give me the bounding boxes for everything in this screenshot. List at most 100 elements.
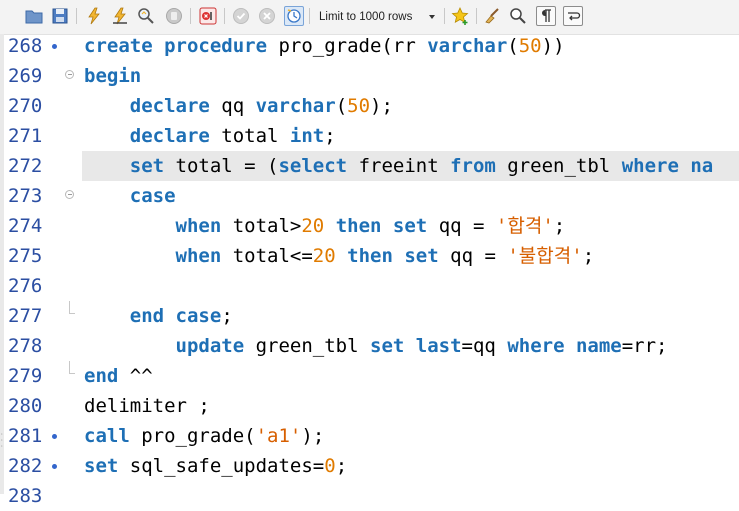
keyword-token: update	[175, 335, 245, 357]
code-line[interactable]: 279 end ^^	[0, 361, 739, 391]
wrap-icon[interactable]	[563, 6, 583, 26]
folder-open-icon[interactable]	[24, 6, 44, 26]
line-number: 281	[8, 425, 43, 447]
code-text[interactable]: create procedure pro_grade(rr varchar(50…	[84, 31, 565, 61]
code-line[interactable]: 274 when total>20 then set qq = '합격';	[0, 211, 739, 241]
code-text[interactable]: when total>20 then set qq = '합격';	[84, 211, 566, 241]
code-text[interactable]: end case;	[84, 301, 233, 331]
code-line[interactable]: 281 call pro_grade('a1');	[0, 421, 739, 451]
bookmark-star-icon[interactable]	[450, 6, 470, 26]
keyword-token: when	[175, 215, 222, 237]
line-number: 271	[8, 125, 43, 147]
code-token: qq =	[427, 215, 496, 237]
number-token: 20	[312, 245, 336, 267]
fold-end-icon	[69, 301, 75, 314]
code-text[interactable]: when total<=20 then set qq = '불합격';	[84, 241, 595, 271]
code-line[interactable]: 269 begin	[0, 61, 739, 91]
line-number: 273	[8, 185, 43, 207]
code-token: total<=	[221, 245, 313, 267]
code-text[interactable]: set total = (select freeint from green_t…	[84, 151, 713, 181]
code-text[interactable]: end ^^	[84, 361, 153, 391]
keyword-token: set	[84, 455, 119, 477]
keyword-token: end	[84, 365, 119, 387]
keyword-token: then	[347, 245, 393, 267]
code-token: qq =	[438, 245, 508, 267]
code-token: (	[507, 35, 519, 57]
line-number: 269	[8, 65, 43, 87]
code-line[interactable]: 271 declare total int;	[0, 121, 739, 151]
execute-current-icon[interactable]	[110, 6, 130, 26]
invisible-chars-icon[interactable]	[536, 6, 556, 26]
keyword-token: int	[289, 125, 325, 147]
line-number: 282	[8, 455, 43, 477]
limit-rows-select[interactable]: Limit to 1000 rows	[313, 7, 441, 27]
autocommit-icon[interactable]	[284, 6, 304, 26]
line-number: 277	[8, 305, 43, 327]
code-token: sql_safe_updates=	[118, 455, 325, 477]
keyword-token: set	[404, 245, 439, 267]
toggle-error-icon[interactable]	[198, 6, 218, 26]
find-icon[interactable]	[508, 6, 528, 26]
code-line[interactable]: 272 set total = (select freeint from gre…	[0, 151, 739, 181]
code-token: total = (	[164, 155, 279, 177]
code-line[interactable]: 268 create procedure pro_grade(rr varchar…	[0, 31, 739, 61]
explain-icon[interactable]	[136, 6, 156, 26]
code-token: total	[209, 125, 290, 147]
code-token: delimiter ;	[84, 395, 210, 417]
code-token: ;	[582, 245, 595, 267]
keyword-token: declare	[129, 125, 210, 147]
number-token: 20	[301, 215, 325, 237]
keyword-token: end	[129, 305, 165, 327]
keyword-token: create	[84, 35, 153, 57]
execute-icon[interactable]	[84, 6, 104, 26]
code-text[interactable]: declare total int;	[84, 121, 336, 151]
line-number: 272	[8, 155, 43, 177]
code-text[interactable]: call pro_grade('a1');	[84, 421, 324, 451]
code-line[interactable]: 276	[0, 271, 739, 301]
fold-toggle-icon[interactable]	[65, 70, 74, 79]
keyword-token: call	[84, 425, 130, 447]
code-line[interactable]: 270 declare qq varchar(50);	[0, 91, 739, 121]
code-line[interactable]: 277 end case;	[0, 301, 739, 331]
code-text[interactable]: set sql_safe_updates=0;	[84, 451, 347, 481]
code-token: ;	[335, 455, 348, 477]
keyword-token: case	[129, 185, 176, 207]
code-token: ;	[324, 125, 336, 147]
number-token: 0	[324, 455, 336, 477]
code-token: freeint	[347, 155, 451, 177]
code-text[interactable]: delimiter ;	[84, 391, 210, 421]
code-line[interactable]: 273 case	[0, 181, 739, 211]
fold-toggle-icon[interactable]	[65, 190, 74, 199]
save-icon[interactable]	[50, 6, 70, 26]
code-line[interactable]: 280 delimiter ;	[0, 391, 739, 421]
stop-icon[interactable]	[164, 6, 184, 26]
keyword-token: when	[175, 245, 222, 267]
code-token: qq	[209, 95, 256, 117]
code-text[interactable]: declare qq varchar(50);	[84, 91, 393, 121]
keyword-token: where	[507, 335, 565, 357]
beautify-icon[interactable]	[482, 6, 502, 26]
commit-icon[interactable]	[231, 6, 251, 26]
code-line[interactable]: 283	[0, 481, 739, 511]
line-number: 283	[8, 485, 43, 507]
code-text[interactable]: update green_tbl set last=qq where name=…	[84, 331, 668, 361]
code-line[interactable]: 275 when total<=20 then set qq = '불합격';	[0, 241, 739, 271]
number-token: 50	[347, 95, 371, 117]
rollback-icon[interactable]	[257, 6, 277, 26]
string-token: 'a1'	[255, 425, 302, 447]
code-line[interactable]: 282 set sql_safe_updates=0;	[0, 451, 739, 481]
sql-editor-toolbar: Limit to 1000 rows	[0, 0, 739, 35]
code-token: );	[370, 95, 393, 117]
keyword-token: from	[450, 155, 496, 177]
code-line[interactable]: 278 update green_tbl set last=qq where n…	[0, 331, 739, 361]
code-text[interactable]: case	[84, 181, 176, 211]
code-text[interactable]: begin	[84, 61, 141, 91]
